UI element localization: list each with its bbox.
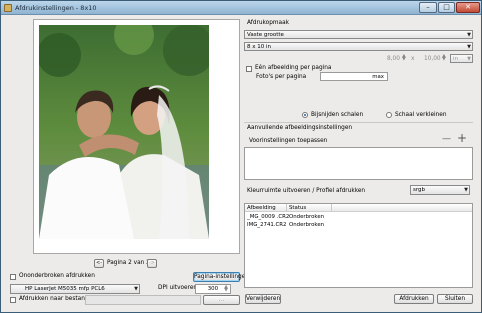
- table-cell-image: _MG_0009 .CR2: [247, 214, 290, 220]
- column-divider[interactable]: [331, 204, 332, 212]
- print-size-value: 8 x 10 in: [247, 44, 272, 50]
- printer-select[interactable]: HP LaserJet M5035 mfp PCL6 ▼: [10, 284, 140, 294]
- page-indicator: Pagina 2 van 2: [107, 260, 150, 266]
- times-sign: x: [411, 56, 415, 62]
- one-per-page-label: Eén afbeelding per pagina: [255, 65, 332, 71]
- window-title: Afdrukinstellingen - 8x10: [15, 4, 97, 12]
- table-header: Afbeelding Status: [245, 204, 472, 212]
- photos-per-page-label: Foto's per pagina: [256, 74, 307, 80]
- spinner-arrows-icon[interactable]: ▲ ▼: [442, 54, 446, 62]
- minimize-button[interactable]: –: [419, 2, 437, 13]
- close-button[interactable]: Sluiten: [437, 294, 473, 304]
- color-space-select[interactable]: srgb ▼: [410, 185, 470, 195]
- close-window-button[interactable]: ✕: [456, 2, 480, 13]
- layout-mode-select[interactable]: Vaste grootte ▼: [244, 30, 473, 39]
- page-settings-button[interactable]: Pagina-instellingen: [193, 272, 249, 282]
- unit-value: in: [453, 56, 459, 62]
- app-icon: [4, 4, 12, 12]
- photos-per-page-input[interactable]: max: [320, 72, 388, 81]
- chevron-down-icon: ▼: [467, 56, 471, 62]
- title-bar: Afdrukinstellingen - 8x10 – □ ✕: [1, 1, 481, 15]
- continuous-print-label: Ononderbroken afdrukken: [19, 273, 95, 279]
- output-file-path[interactable]: [85, 295, 201, 305]
- one-per-page-checkbox[interactable]: [246, 66, 252, 72]
- spinner-arrows-icon[interactable]: ▲ ▼: [402, 54, 406, 62]
- table-row[interactable]: IMG_2741.CR2 Onderbroken: [245, 221, 472, 229]
- print-settings-window: Afdrukinstellingen - 8x10 – □ ✕ <- Pagin…: [0, 0, 482, 313]
- presets-list[interactable]: [244, 147, 473, 180]
- section-divider: [244, 122, 473, 123]
- shrink-scale-label: Schaal verkleinen: [395, 112, 447, 118]
- table-row[interactable]: _MG_0009 .CR2 Onderbroken: [245, 213, 472, 221]
- browse-button[interactable]: ...: [203, 295, 240, 305]
- color-space-label: Kleurruimte uitvoeren / Profiel afdrukke…: [247, 188, 366, 194]
- next-page-button[interactable]: ->: [147, 259, 157, 268]
- continuous-print-checkbox[interactable]: [10, 274, 16, 280]
- remove-button[interactable]: Verwijderen: [245, 294, 281, 304]
- table-cell-image: IMG_2741.CR2: [247, 222, 287, 228]
- preview-photo: [39, 25, 209, 239]
- chevron-down-icon: ▼: [464, 187, 468, 193]
- layout-heading: Afdrukopmaak: [247, 20, 290, 26]
- width-value: 8,00: [387, 56, 400, 62]
- dpi-label: DPI uitvoeren: [158, 285, 198, 291]
- table-cell-status: Onderbroken: [289, 214, 325, 220]
- dpi-value: 300: [207, 286, 218, 292]
- extra-settings-heading: Aanvullende afbeeldingsinstellingen: [247, 125, 353, 131]
- table-cell-status: Onderbroken: [289, 222, 325, 228]
- photos-max-label: max: [372, 74, 384, 80]
- spinner-arrows-icon[interactable]: ▲ ▼: [224, 285, 228, 293]
- color-space-value: srgb: [413, 187, 426, 193]
- column-header-status[interactable]: Status: [289, 205, 306, 211]
- column-header-image[interactable]: Afbeelding: [247, 205, 276, 211]
- layout-mode-value: Vaste grootte: [247, 32, 284, 38]
- column-divider[interactable]: [286, 204, 287, 212]
- height-value: 10,00: [424, 56, 441, 62]
- image-status-table[interactable]: Afbeelding Status _MG_0009 .CR2 Onderbro…: [244, 203, 473, 288]
- dpi-input[interactable]: 300 ▲ ▼: [195, 284, 231, 294]
- previous-page-button[interactable]: <-: [94, 259, 104, 268]
- print-preview-page: [33, 19, 240, 254]
- print-to-file-label: Afdrukken naar bestand: [19, 296, 89, 302]
- print-to-file-checkbox[interactable]: [10, 297, 16, 303]
- chevron-down-icon: ▼: [467, 32, 471, 38]
- presets-label: Voorinstellingen toepassen: [249, 138, 328, 144]
- print-size-select[interactable]: 8 x 10 in ▼: [244, 42, 473, 51]
- shrink-scale-radio[interactable]: [386, 112, 392, 118]
- crop-scale-radio[interactable]: [302, 112, 308, 118]
- print-button[interactable]: Afdrukken: [394, 294, 434, 304]
- add-preset-button[interactable]: +: [457, 131, 467, 145]
- maximize-button[interactable]: □: [438, 2, 455, 13]
- remove-preset-button[interactable]: —: [442, 134, 451, 144]
- chevron-down-icon: ▼: [134, 286, 138, 292]
- unit-select[interactable]: in ▼: [450, 54, 473, 63]
- chevron-down-icon: ▼: [467, 44, 471, 50]
- crop-scale-label: Bijsnijden schalen: [311, 112, 364, 118]
- printer-value: HP LaserJet M5035 mfp PCL6: [25, 286, 105, 292]
